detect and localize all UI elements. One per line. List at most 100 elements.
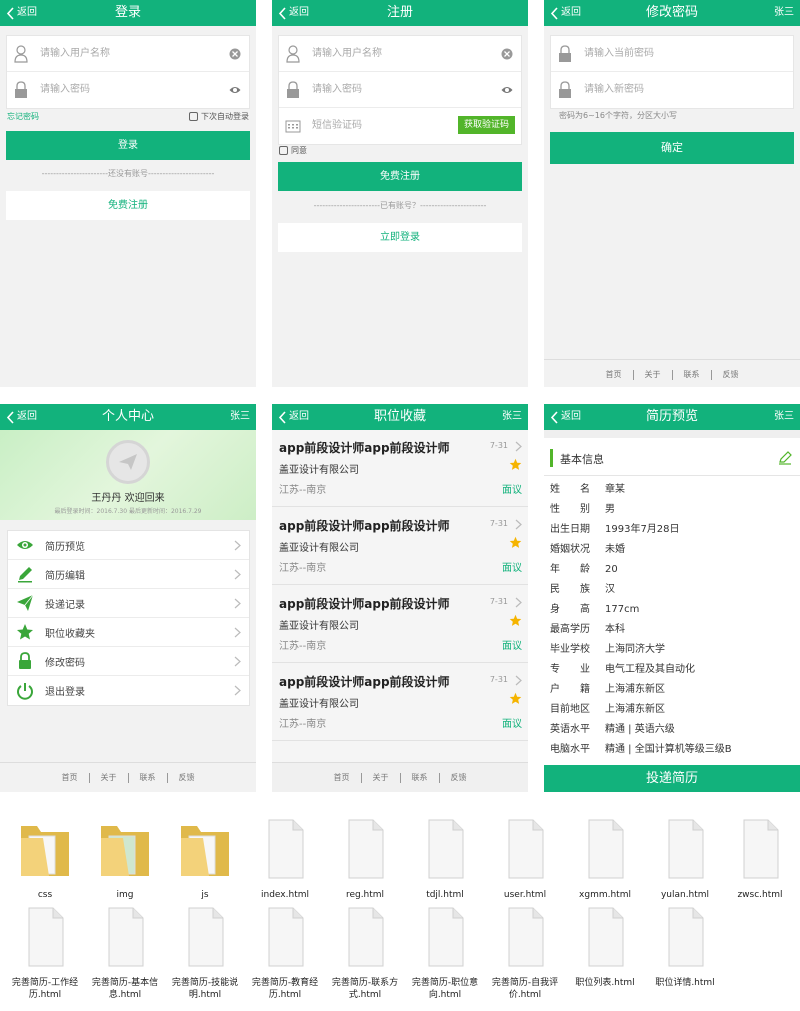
html-file-icon — [743, 819, 779, 879]
menu-item-delivery-records[interactable]: 投递记录 — [8, 589, 249, 618]
password-field[interactable]: 请输入密码 — [7, 72, 249, 108]
chevron-right-icon — [515, 597, 522, 608]
footer-home-link[interactable]: 首页 — [323, 772, 362, 783]
login-now-button[interactable]: 立即登录 — [278, 223, 522, 252]
star-icon[interactable] — [509, 692, 522, 705]
menu-item-favorites[interactable]: 职位收藏夹 — [8, 618, 249, 647]
section-marker — [550, 449, 553, 467]
folder-item[interactable]: img — [85, 816, 165, 901]
footer-contact-link[interactable]: 联系 — [129, 772, 168, 783]
footer-home-link[interactable]: 首页 — [595, 369, 634, 380]
menu-item-resume-edit[interactable]: 简历编辑 — [8, 560, 249, 589]
file-item[interactable]: 完善简历-教育经历.html — [245, 904, 325, 1001]
user-name[interactable]: 张三 — [502, 404, 522, 430]
user-name[interactable]: 张三 — [774, 404, 794, 430]
file-item[interactable]: index.html — [245, 816, 325, 901]
star-icon[interactable] — [509, 614, 522, 627]
footer-about-link[interactable]: 关于 — [362, 772, 401, 783]
file-item[interactable]: 完善简历-工作经历.html — [5, 904, 85, 1001]
submit-resume-button[interactable]: 投递简历 — [544, 765, 800, 792]
menu-item-resume-preview[interactable]: 简历预览 — [8, 531, 249, 560]
menu-item-change-password[interactable]: 修改密码 — [8, 647, 249, 676]
auto-login-option[interactable]: 下次自动登录 — [189, 111, 249, 122]
file-item[interactable]: reg.html — [325, 816, 405, 901]
lock-icon — [559, 81, 571, 98]
footer-feedback-link[interactable]: 反馈 — [440, 773, 478, 783]
job-item[interactable]: app前段设计师app前段设计师 7-31 盖亚设计有限公司 江苏--南京 面议 — [272, 509, 528, 585]
chevron-right-icon — [515, 441, 522, 452]
file-item[interactable]: user.html — [485, 816, 565, 901]
footer-about-link[interactable]: 关于 — [90, 772, 129, 783]
job-item[interactable]: app前段设计师app前段设计师 7-31 盖亚设计有限公司 江苏--南京 面议 — [272, 431, 528, 507]
lock-icon — [559, 45, 571, 62]
star-icon[interactable] — [509, 458, 522, 471]
agree-option[interactable]: 同意 — [279, 145, 307, 156]
file-item[interactable]: 职位列表.html — [565, 904, 645, 989]
footer-feedback-link[interactable]: 反馈 — [168, 773, 206, 783]
info-value: 本科 — [605, 624, 625, 635]
star-icon — [17, 624, 33, 640]
keypad-icon — [285, 120, 301, 133]
auto-login-checkbox[interactable] — [189, 112, 198, 121]
file-item[interactable]: 完善简历-技能说明.html — [165, 904, 245, 1001]
file-item[interactable]: tdjl.html — [405, 816, 485, 901]
job-location: 江苏--南京 — [279, 641, 327, 652]
folder-item[interactable]: css — [5, 816, 85, 901]
login-times: 最后登录时间：2016.7.30 最后更新时间：2016.7.29 — [54, 508, 202, 515]
file-item[interactable]: xgmm.html — [565, 816, 645, 901]
job-item[interactable]: app前段设计师app前段设计师 7-31 盖亚设计有限公司 江苏--南京 面议 — [272, 665, 528, 741]
get-code-button[interactable]: 获取验证码 — [457, 116, 515, 134]
confirm-button[interactable]: 确定 — [550, 132, 794, 164]
login-form: 请输入用户名称 请输入密码 — [6, 35, 250, 109]
file-item[interactable]: 职位详情.html — [645, 904, 725, 989]
company-name: 盖亚设计有限公司 — [279, 699, 359, 710]
menu-label: 投递记录 — [45, 599, 85, 611]
star-icon[interactable] — [509, 536, 522, 549]
user-name[interactable]: 张三 — [230, 404, 250, 430]
file-item[interactable]: 完善简历-联系方式.html — [325, 904, 405, 1001]
forgot-password-link[interactable]: 忘记密码 — [7, 111, 39, 122]
footer-contact-link[interactable]: 联系 — [401, 772, 440, 783]
user-name[interactable]: 张三 — [774, 0, 794, 26]
eye-icon[interactable] — [501, 84, 513, 96]
file-name: 完善简历-教育经历.html — [251, 978, 319, 1000]
username-field[interactable]: 请输入用户名称 — [7, 36, 249, 72]
html-file-icon — [108, 907, 144, 967]
footer-contact-link[interactable]: 联系 — [673, 369, 712, 380]
agree-checkbox[interactable] — [279, 146, 288, 155]
footer-feedback-link[interactable]: 反馈 — [712, 370, 750, 380]
new-password-placeholder: 请输入新密码 — [584, 84, 644, 95]
eye-icon — [17, 541, 33, 549]
clear-icon[interactable] — [501, 48, 513, 60]
footer-home-link[interactable]: 首页 — [51, 772, 90, 783]
html-file-icon — [668, 819, 704, 879]
file-item[interactable]: 完善简历-自我评价.html — [485, 904, 565, 1001]
current-password-field[interactable]: 请输入当前密码 — [551, 36, 793, 72]
job-item[interactable]: app前段设计师app前段设计师 7-31 盖亚设计有限公司 江苏--南京 面议 — [272, 587, 528, 663]
sms-code-field[interactable]: 短信验证码 获取验证码 — [279, 108, 521, 144]
password-field[interactable]: 请输入密码 — [279, 72, 521, 108]
file-item[interactable]: 完善简历-职位意向.html — [405, 904, 485, 1001]
username-field[interactable]: 请输入用户名称 — [279, 36, 521, 72]
file-item[interactable]: 完善简历-基本信息.html — [85, 904, 165, 1001]
free-register-button[interactable]: 免费注册 — [278, 162, 522, 191]
info-value: 章某 — [605, 484, 625, 495]
edit-icon[interactable] — [778, 451, 792, 465]
eye-icon[interactable] — [229, 84, 241, 96]
html-file-icon — [428, 819, 464, 879]
folder-item[interactable]: js — [165, 816, 245, 901]
free-register-button[interactable]: 免费注册 — [6, 191, 250, 220]
login-button[interactable]: 登录 — [6, 131, 250, 160]
clear-icon[interactable] — [229, 48, 241, 60]
info-key: 专 业 — [550, 664, 590, 675]
footer-about-link[interactable]: 关于 — [634, 369, 673, 380]
html-file-icon — [28, 907, 64, 967]
html-file-icon — [188, 907, 224, 967]
page-title: 修改密码 — [645, 5, 698, 20]
new-password-field[interactable]: 请输入新密码 — [551, 72, 793, 108]
avatar[interactable] — [106, 440, 150, 484]
menu-item-logout[interactable]: 退出登录 — [8, 676, 249, 705]
file-item[interactable]: zwsc.html — [720, 816, 800, 901]
file-item[interactable]: yulan.html — [645, 816, 725, 901]
info-key: 婚姻状况 — [550, 544, 590, 555]
